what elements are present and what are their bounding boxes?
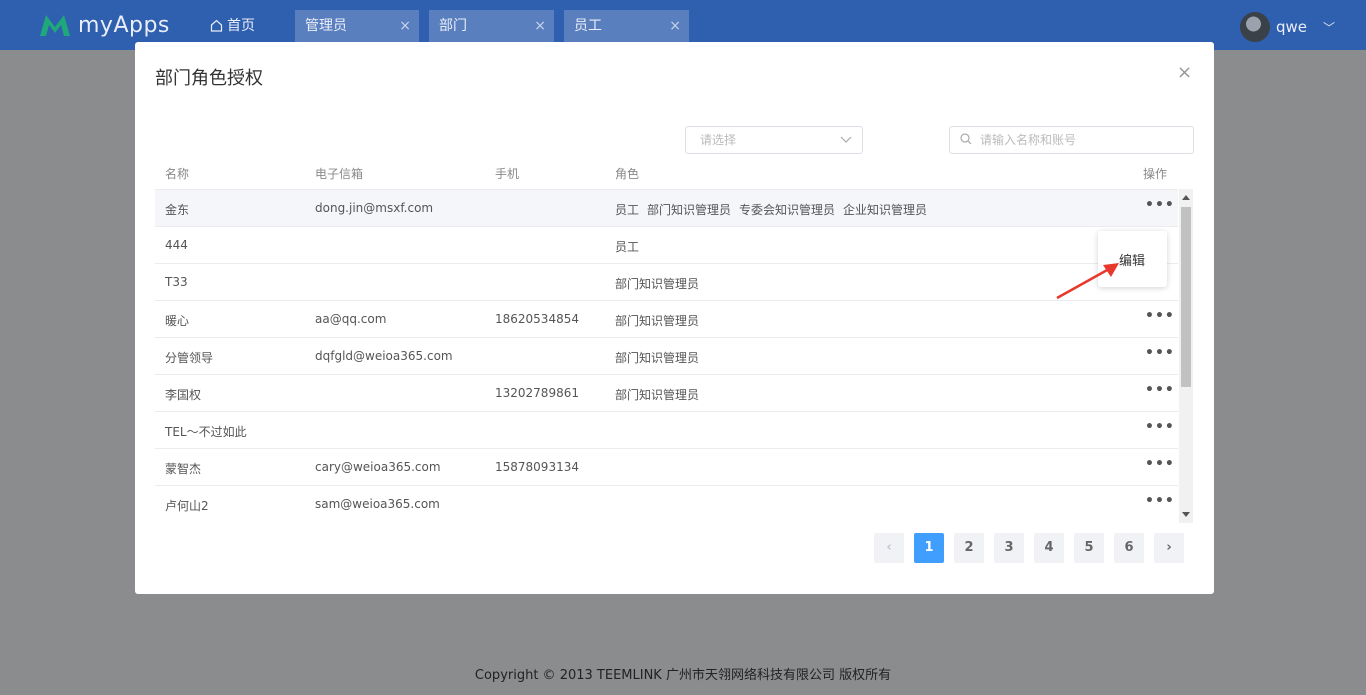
page-button-5[interactable]: 5 [1074, 533, 1104, 563]
page-button-3[interactable]: 3 [994, 533, 1024, 563]
table-row[interactable]: 金东 dong.jin@msxf.com 员工 部门知识管理员 专委会知识管理员… [155, 190, 1178, 227]
cell-name: 暖心 [165, 314, 190, 328]
home-icon [210, 19, 223, 32]
cell-name: T33 [165, 275, 188, 289]
cell-name: 蒙智杰 [165, 462, 202, 476]
more-actions-icon[interactable]: ••• [1145, 419, 1175, 435]
column-header-action: 操作 [1143, 167, 1168, 181]
cell-phone: 13202789861 [495, 386, 579, 400]
home-label: 首页 [227, 18, 255, 34]
table-row[interactable]: 蒙智杰 cary@weioa365.com 15878093134 ••• [155, 449, 1178, 486]
scroll-down-icon[interactable] [1182, 512, 1190, 517]
table-row[interactable]: TEL～不过如此 ••• [155, 412, 1178, 449]
select-placeholder: 请选择 [700, 133, 737, 147]
tab-close-icon[interactable]: × [534, 10, 546, 42]
cell-name: 金东 [165, 203, 190, 217]
tab-close-icon[interactable]: × [669, 10, 681, 42]
role-tag: 部门知识管理员 [615, 388, 700, 402]
role-tag: 部门知识管理员 [615, 351, 700, 365]
app-logo[interactable]: myApps [38, 8, 170, 42]
chevron-down-icon [840, 127, 852, 162]
cell-roles: 员工 部门知识管理员 专委会知识管理员 企业知识管理员 [615, 201, 927, 218]
cell-roles: 部门知识管理员 [615, 386, 699, 403]
table-body: 金东 dong.jin@msxf.com 员工 部门知识管理员 专委会知识管理员… [155, 189, 1178, 522]
user-name: qwe [1276, 18, 1308, 36]
scrollbar-thumb[interactable] [1181, 207, 1191, 387]
cell-name: 李国权 [165, 388, 202, 402]
role-tag: 员工 [615, 240, 640, 254]
more-actions-icon[interactable]: ••• [1145, 493, 1175, 509]
annotation-arrow-icon [1056, 263, 1119, 300]
page-button-1[interactable]: 1 [914, 533, 944, 563]
chevron-down-icon[interactable]: ﹀ [1323, 19, 1335, 36]
prev-page-button[interactable]: ‹ [874, 533, 904, 563]
more-actions-icon[interactable]: ••• [1145, 382, 1175, 398]
column-header-role[interactable]: 角色 [615, 165, 639, 182]
cell-email: cary@weioa365.com [315, 460, 441, 474]
page-button-6[interactable]: 6 [1114, 533, 1144, 563]
tab-label: 管理员 [305, 18, 347, 34]
role-filter-select[interactable]: 请选择 [685, 126, 863, 154]
tab-close-icon[interactable]: × [399, 10, 411, 42]
role-tag: 员工 [615, 203, 640, 217]
tab-employee[interactable]: 员工 × [564, 10, 689, 42]
avatar[interactable] [1240, 12, 1270, 42]
cell-roles: 部门知识管理员 [615, 349, 699, 366]
tab-department[interactable]: 部门 × [429, 10, 554, 42]
table-scrollbar[interactable] [1179, 189, 1193, 523]
role-tag: 部门知识管理员 [615, 314, 700, 328]
column-header-name[interactable]: 名称 [165, 165, 189, 182]
page-button-2[interactable]: 2 [954, 533, 984, 563]
tab-label: 员工 [574, 18, 602, 34]
cell-phone: 18620534854 [495, 312, 579, 326]
department-role-auth-dialog: 部门角色授权 × 请选择 名称 电子信箱 手机 角色 操作 金东 dong.ji… [135, 42, 1214, 594]
close-icon[interactable]: × [1177, 62, 1192, 83]
footer-copyright: Copyright © 2013 TEEMLINK 广州市天翎网络科技有限公司 … [474, 668, 892, 683]
table-row[interactable]: 李国权 13202789861 部门知识管理员 ••• [155, 375, 1178, 412]
cell-phone: 15878093134 [495, 460, 579, 474]
column-header-phone[interactable]: 手机 [495, 165, 519, 182]
user-menu[interactable]: qwe ﹀ [1240, 12, 1335, 42]
table-row[interactable]: 444 员工 [155, 227, 1178, 264]
pagination: ‹ 1 2 3 4 5 6 › [874, 533, 1184, 563]
table-row[interactable]: T33 部门知识管理员 [155, 264, 1178, 301]
table-row[interactable]: 分管领导 dqfgld@weioa365.com 部门知识管理员 ••• [155, 338, 1178, 375]
search-icon [960, 133, 972, 145]
role-tag: 企业知识管理员 [843, 203, 928, 217]
cell-email: dqfgld@weioa365.com [315, 349, 453, 363]
more-actions-icon[interactable]: ••• [1145, 345, 1175, 361]
role-tag: 部门知识管理员 [615, 277, 700, 291]
more-actions-icon[interactable]: ••• [1145, 308, 1175, 324]
scroll-up-icon[interactable] [1182, 195, 1190, 200]
cell-name: 分管领导 [165, 351, 214, 365]
search-box[interactable] [949, 126, 1194, 154]
cell-email: sam@weioa365.com [315, 497, 440, 511]
cell-name: 卢何山2 [165, 499, 209, 513]
table-row[interactable]: 暖心 aa@qq.com 18620534854 部门知识管理员 ••• [155, 301, 1178, 338]
next-page-button[interactable]: › [1154, 533, 1184, 563]
table-header: 名称 电子信箱 手机 角色 操作 [155, 158, 1193, 190]
search-input[interactable] [980, 130, 1180, 150]
dialog-title: 部门角色授权 [155, 68, 263, 89]
home-link[interactable]: 首页 [210, 15, 255, 35]
page-button-4[interactable]: 4 [1034, 533, 1064, 563]
role-tag: 专委会知识管理员 [739, 203, 836, 217]
role-tag: 部门知识管理员 [647, 203, 732, 217]
cell-roles: 部门知识管理员 [615, 312, 699, 329]
column-header-email[interactable]: 电子信箱 [315, 165, 363, 182]
cell-roles: 部门知识管理员 [615, 275, 699, 292]
logo-text: myApps [78, 12, 170, 38]
tab-label: 部门 [439, 18, 467, 34]
cell-roles: 员工 [615, 238, 639, 255]
cell-name: TEL～不过如此 [165, 425, 247, 439]
cell-email: aa@qq.com [315, 312, 387, 326]
table-row[interactable]: 卢何山2 sam@weioa365.com ••• [155, 486, 1178, 522]
logo-mark-icon [38, 12, 72, 38]
tab-admin[interactable]: 管理员 × [295, 10, 419, 42]
more-actions-icon[interactable]: ••• [1145, 197, 1175, 213]
cell-name: 444 [165, 238, 188, 252]
cell-email: dong.jin@msxf.com [315, 201, 434, 215]
more-actions-icon[interactable]: ••• [1145, 456, 1175, 472]
